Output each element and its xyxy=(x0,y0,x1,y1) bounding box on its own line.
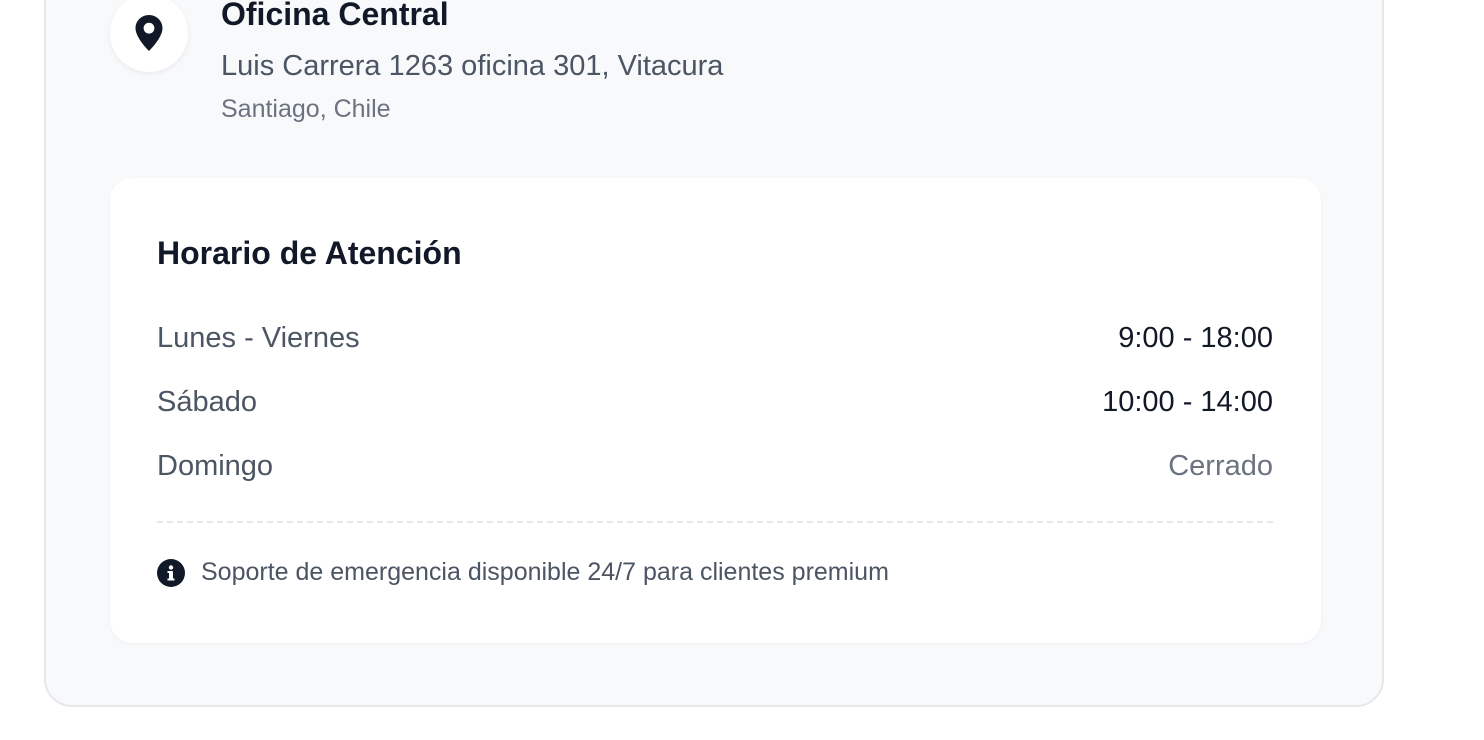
office-title: Oficina Central xyxy=(221,0,449,32)
hours-time: 10:00 - 14:00 xyxy=(1102,385,1273,418)
hours-day: Sábado xyxy=(157,385,257,418)
emergency-support-note: Soporte de emergencia disponible 24/7 pa… xyxy=(157,558,889,587)
hours-day: Lunes - Viernes xyxy=(157,321,360,354)
emergency-support-text: Soporte de emergencia disponible 24/7 pa… xyxy=(201,558,889,586)
info-glyph xyxy=(167,564,175,580)
hours-row-sunday: Domingo Cerrado xyxy=(157,444,1273,488)
hours-time-closed: Cerrado xyxy=(1168,449,1273,482)
info-icon xyxy=(157,558,185,587)
hours-title: Horario de Atención xyxy=(157,235,462,271)
office-address: Luis Carrera 1263 oficina 301, Vitacura xyxy=(221,50,724,82)
hours-card: Horario de Atención Lunes - Viernes 9:00… xyxy=(110,178,1321,643)
dashed-divider xyxy=(157,521,1273,523)
hours-row-saturday: Sábado 10:00 - 14:00 xyxy=(157,380,1273,424)
map-pin-glyph xyxy=(135,15,163,51)
hours-row-weekdays: Lunes - Viernes 9:00 - 18:00 xyxy=(157,316,1273,360)
hours-day: Domingo xyxy=(157,449,274,482)
office-city: Santiago, Chile xyxy=(221,95,391,123)
hours-time: 9:00 - 18:00 xyxy=(1118,321,1273,354)
